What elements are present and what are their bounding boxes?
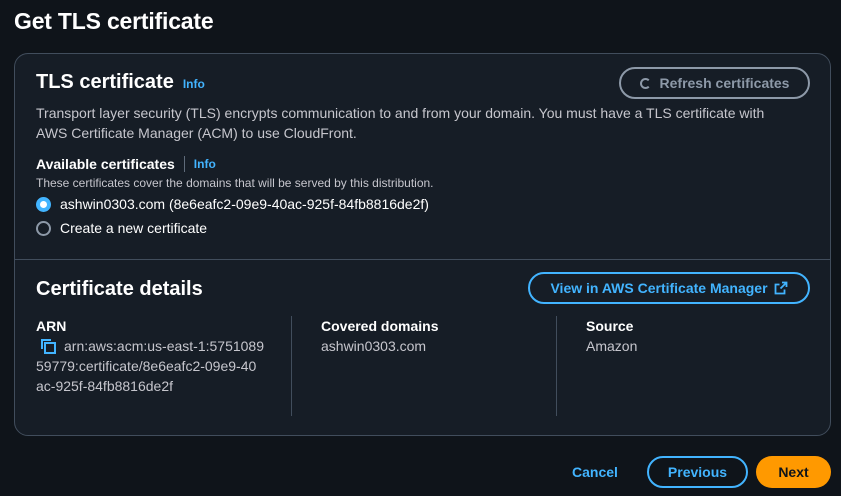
certificate-option-label: Create a new certificate	[60, 220, 208, 236]
external-link-icon	[774, 281, 787, 295]
certificate-option-label: ashwin0303.com (8e6eafc2-09e9-40ac-925f-…	[60, 196, 429, 212]
covered-domains-label: Covered domains	[321, 318, 439, 334]
tls-info-link[interactable]: Info	[183, 77, 205, 91]
tls-heading-row: TLS certificate Info	[36, 71, 205, 94]
copy-icon[interactable]	[40, 338, 56, 354]
source-column: Source Amazon	[586, 318, 637, 356]
radio-unselected-icon[interactable]	[36, 220, 51, 236]
certificate-details-heading: Certificate details	[36, 278, 203, 300]
radio-selected-icon[interactable]	[36, 196, 51, 212]
label-separator	[183, 156, 185, 172]
available-certificates-description: These certificates cover the domains tha…	[36, 176, 434, 190]
refresh-certificates-label: Refresh certificates	[659, 75, 790, 91]
view-in-acm-label: View in AWS Certificate Manager	[550, 280, 768, 296]
refresh-spinner-icon	[639, 77, 651, 89]
page-title: Get TLS certificate	[14, 8, 214, 34]
certificate-option-existing[interactable]: ashwin0303.com (8e6eafc2-09e9-40ac-925f-…	[36, 196, 429, 212]
refresh-certificates-button[interactable]: Refresh certificates	[619, 67, 810, 99]
available-certificates-label: Available certificates	[36, 156, 175, 172]
available-certificates-info-link[interactable]: Info	[194, 157, 216, 171]
arn-value-block: arn:aws:acm:us-east-1:575108959779:certi…	[36, 336, 264, 396]
tls-heading: TLS certificate	[36, 71, 174, 93]
covered-domains-column: Covered domains ashwin0303.com	[321, 318, 438, 356]
tls-description: Transport layer security (TLS) encrypts …	[36, 105, 765, 141]
arn-column: ARN arn:aws:acm:us-east-1:575108959779:c…	[36, 318, 264, 396]
source-value: Amazon	[586, 338, 638, 354]
source-label: Source	[586, 318, 634, 334]
view-in-acm-button[interactable]: View in AWS Certificate Manager	[528, 272, 810, 304]
arn-label: ARN	[36, 318, 67, 334]
tls-certificate-panel: TLS certificate Info Refresh certificate…	[14, 53, 831, 436]
column-divider	[291, 316, 292, 416]
previous-button[interactable]: Previous	[647, 456, 748, 488]
covered-domains-value: ashwin0303.com	[321, 338, 427, 354]
column-divider	[556, 316, 557, 416]
cancel-button[interactable]: Cancel	[560, 456, 630, 488]
next-button[interactable]: Next	[756, 456, 831, 488]
available-certificates-label-row: Available certificates Info	[36, 156, 216, 172]
tls-certificate-section: TLS certificate Info Refresh certificate…	[15, 54, 830, 259]
certificate-option-create-new[interactable]: Create a new certificate	[36, 220, 207, 236]
certificate-details-section: Certificate details View in AWS Certific…	[15, 260, 830, 437]
arn-value: arn:aws:acm:us-east-1:575108959779:certi…	[36, 338, 264, 394]
